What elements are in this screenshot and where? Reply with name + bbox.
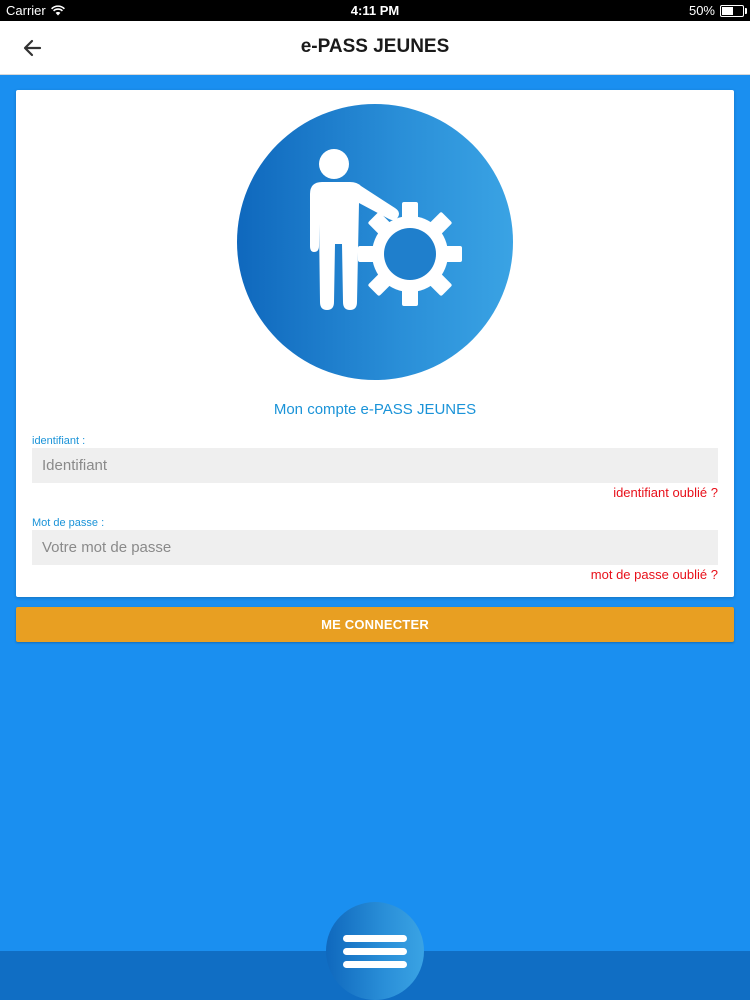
battery-percent: 50% — [688, 3, 715, 18]
battery-icon — [720, 4, 747, 17]
menu-bar-line — [343, 935, 407, 942]
login-card: Mon compte e-PASS JEUNES identifiant : i… — [16, 90, 734, 597]
username-label: identifiant : — [32, 435, 86, 447]
connect-button[interactable]: ME CONNECTER — [16, 607, 734, 642]
status-time: 4:11 PM — [350, 3, 400, 18]
forgot-username-link[interactable]: identifiant oublié ? — [613, 485, 718, 500]
account-title: Mon compte e-PASS JEUNES — [273, 401, 477, 418]
account-illustration — [237, 104, 513, 380]
battery-fill — [722, 6, 733, 15]
page-title: e-PASS JEUNES — [300, 36, 450, 57]
person-gear-icon — [310, 149, 462, 310]
menu-bar-line — [343, 948, 407, 955]
battery-group: 50% — [688, 3, 747, 18]
menu-bar-line — [343, 961, 407, 968]
forgot-password-link[interactable]: mot de passe oublié ? — [591, 567, 718, 582]
password-input[interactable] — [32, 530, 718, 565]
nav-bar: e-PASS JEUNES — [0, 21, 750, 75]
password-label: Mot de passe : — [32, 517, 105, 529]
username-input[interactable] — [32, 448, 718, 483]
status-bar: Carrier 4:11 PM 50% — [0, 0, 750, 21]
menu-button[interactable] — [326, 902, 424, 1000]
